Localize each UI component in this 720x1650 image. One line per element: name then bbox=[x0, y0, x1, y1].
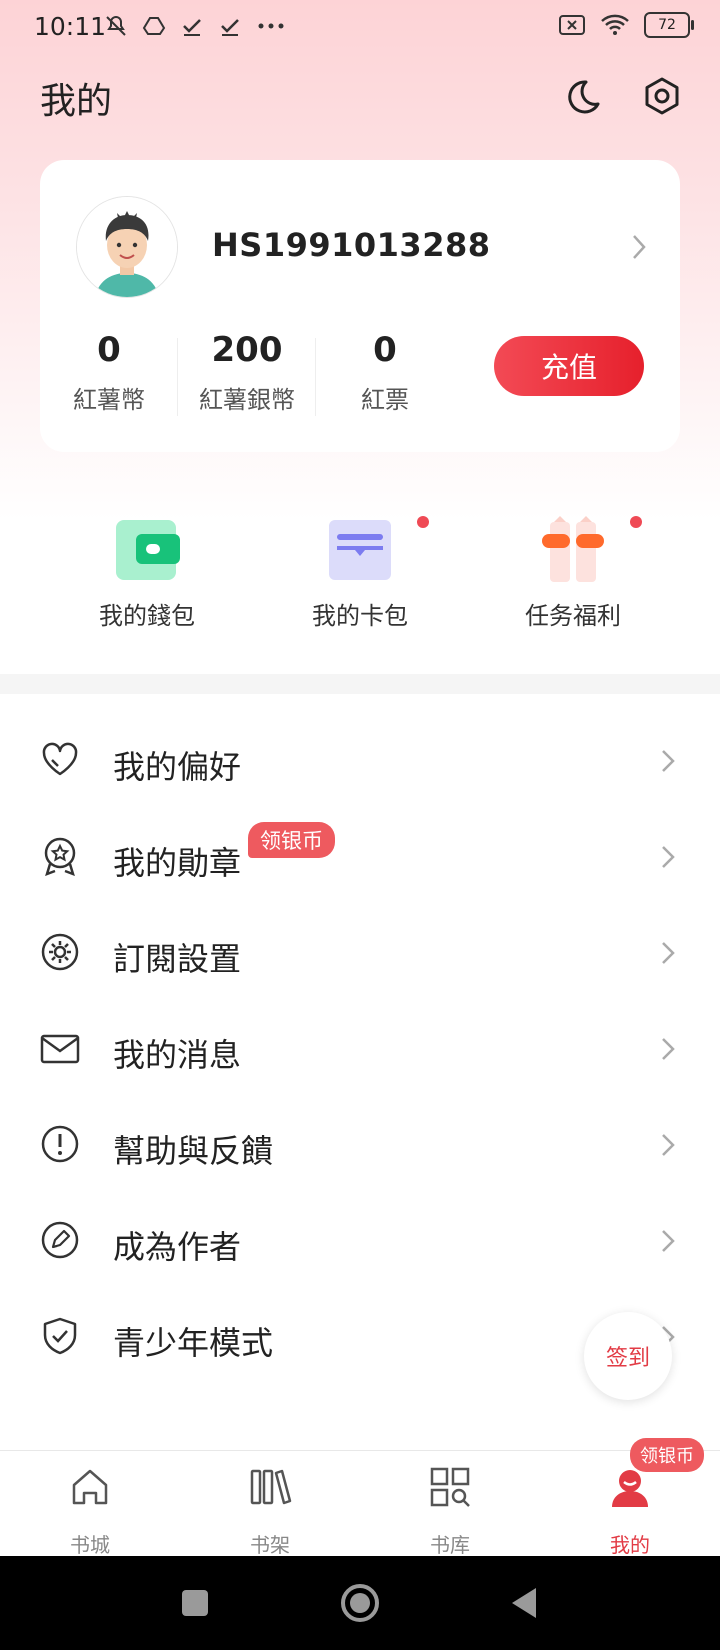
night-mode-icon[interactable] bbox=[560, 74, 604, 118]
shield-icon bbox=[43, 1317, 77, 1355]
settings-icon[interactable] bbox=[640, 74, 684, 118]
help-icon bbox=[41, 1125, 79, 1163]
stat-value: 200 bbox=[211, 330, 283, 370]
menu-item-label: 我的勛章 bbox=[113, 844, 242, 882]
quick-action-label: 任务福利 bbox=[525, 602, 621, 630]
more-icon bbox=[258, 23, 284, 29]
recent-apps-icon[interactable] bbox=[180, 1588, 210, 1618]
menu-item-help-feedback[interactable]: 幫助與反饋 bbox=[0, 1098, 720, 1194]
notification-dot bbox=[417, 516, 429, 528]
check-icon bbox=[221, 19, 239, 36]
quick-action-label: 我的卡包 bbox=[312, 602, 408, 630]
stat-value: 0 bbox=[97, 330, 121, 370]
back-icon[interactable] bbox=[508, 1586, 540, 1620]
avatar[interactable] bbox=[76, 196, 178, 298]
silver-coin-badge: 领银币 bbox=[248, 822, 335, 858]
menu-item-label: 成為作者 bbox=[113, 1228, 242, 1266]
stat-label: 紅票 bbox=[361, 386, 409, 414]
card-holder-icon bbox=[327, 516, 429, 582]
card-holder-button[interactable]: 我的卡包 bbox=[270, 510, 450, 631]
chevron-right-icon bbox=[662, 846, 675, 868]
chevron-right-icon bbox=[662, 1038, 675, 1060]
menu-item-label: 我的消息 bbox=[113, 1036, 242, 1074]
menu-item-messages[interactable]: 我的消息 bbox=[0, 1002, 720, 1098]
quick-actions: 我的錢包 我的卡包 任务福利 bbox=[0, 510, 720, 630]
nav-label: 书库 bbox=[430, 1533, 470, 1557]
sim-off-icon bbox=[559, 15, 585, 35]
nav-profile[interactable]: 我的 bbox=[570, 1465, 690, 1558]
menu-item-medals[interactable]: 我的勛章 bbox=[0, 810, 720, 906]
battery-icon: 72 bbox=[644, 12, 694, 38]
nav-bookstore[interactable]: 书城 bbox=[30, 1465, 150, 1558]
mute-icon bbox=[106, 15, 126, 36]
chevron-right-icon[interactable] bbox=[628, 232, 650, 262]
library-icon bbox=[430, 1467, 470, 1507]
nav-label: 我的 bbox=[610, 1533, 650, 1557]
task-rewards-button[interactable]: 任务福利 bbox=[483, 510, 663, 631]
stat-value: 0 bbox=[373, 330, 397, 370]
status-time: 10:11 bbox=[34, 12, 107, 41]
nav-silver-coin-badge: 领银币 bbox=[630, 1438, 704, 1472]
drive-icon bbox=[142, 17, 166, 35]
recharge-button[interactable]: 充值 bbox=[494, 336, 644, 396]
menu-item-become-author[interactable]: 成為作者 bbox=[0, 1194, 720, 1290]
username[interactable]: HS1991013288 bbox=[212, 226, 490, 264]
bottom-nav: 书城 书架 书库 我的 bbox=[0, 1450, 720, 1557]
nav-label: 书架 bbox=[250, 1533, 290, 1557]
check-icon bbox=[183, 19, 201, 36]
menu-item-subscription-settings[interactable]: 訂閱設置 bbox=[0, 906, 720, 1002]
home-icon bbox=[72, 1469, 108, 1505]
menu-item-label: 我的偏好 bbox=[113, 748, 242, 786]
notification-dot bbox=[630, 516, 642, 528]
settings-icon bbox=[41, 933, 79, 971]
profile-card: HS1991013288 0 紅薯幣 200 紅薯銀幣 0 紅票 充值 bbox=[40, 160, 680, 452]
section-divider bbox=[0, 674, 720, 694]
stat-silver-coins[interactable]: 200 紅薯銀幣 bbox=[178, 330, 316, 416]
chevron-right-icon bbox=[662, 750, 675, 772]
avatar-image bbox=[77, 197, 177, 297]
nav-label: 书城 bbox=[70, 1533, 110, 1557]
heart-icon bbox=[42, 742, 78, 776]
wallet-stats: 0 紅薯幣 200 紅薯銀幣 0 紅票 bbox=[40, 330, 454, 416]
menu-item-label: 青少年模式 bbox=[113, 1324, 274, 1362]
pen-icon bbox=[41, 1221, 79, 1259]
home-button-icon[interactable] bbox=[340, 1583, 380, 1623]
menu-item-label: 訂閱設置 bbox=[113, 940, 242, 978]
nav-bookshelf[interactable]: 书架 bbox=[210, 1465, 330, 1558]
status-bar: 10:11 72 bbox=[0, 0, 720, 56]
wifi-icon bbox=[601, 14, 629, 35]
chevron-right-icon bbox=[662, 942, 675, 964]
stat-tickets[interactable]: 0 紅票 bbox=[316, 330, 454, 415]
wallet-button[interactable]: 我的錢包 bbox=[57, 510, 237, 631]
mail-icon bbox=[40, 1034, 80, 1064]
status-notification-icons bbox=[104, 14, 286, 38]
stat-label: 紅薯幣 bbox=[73, 386, 145, 414]
quick-action-label: 我的錢包 bbox=[99, 602, 195, 630]
gift-icon bbox=[540, 516, 642, 582]
sign-in-button[interactable]: 签到 bbox=[584, 1312, 672, 1400]
chevron-right-icon bbox=[662, 1230, 675, 1252]
stat-label: 紅薯銀幣 bbox=[199, 386, 295, 414]
menu-item-preferences[interactable]: 我的偏好 bbox=[0, 714, 720, 810]
chevron-right-icon bbox=[662, 1134, 675, 1156]
menu-item-label: 幫助與反饋 bbox=[113, 1132, 274, 1170]
wallet-icon bbox=[114, 516, 180, 582]
system-nav-bar bbox=[0, 1556, 720, 1650]
medal-icon bbox=[44, 837, 76, 876]
bookshelf-icon bbox=[250, 1469, 292, 1505]
nav-library[interactable]: 书库 bbox=[390, 1465, 510, 1558]
stat-coins[interactable]: 0 紅薯幣 bbox=[40, 330, 178, 416]
page-title: 我的 bbox=[40, 81, 113, 122]
